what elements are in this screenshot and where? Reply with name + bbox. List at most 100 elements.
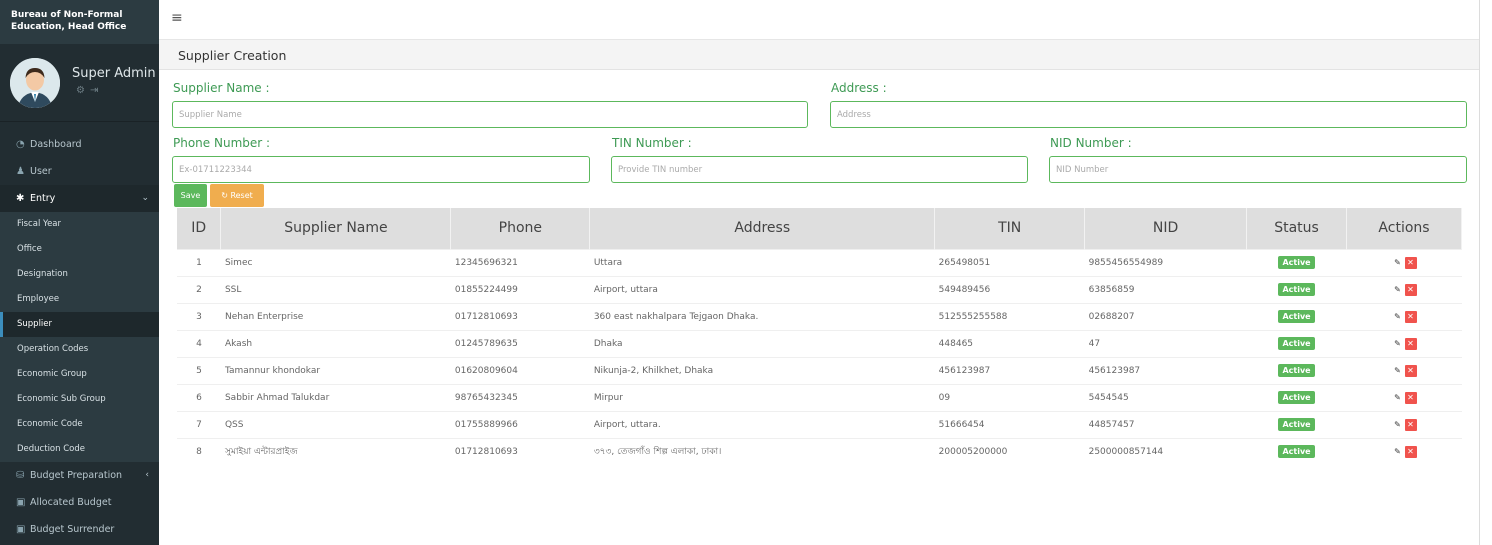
sidebar-item-supplier[interactable]: Supplier xyxy=(0,312,159,337)
sidebar-item-label: Supplier xyxy=(17,319,53,329)
sidebar-item-user[interactable]: ♟ User xyxy=(0,158,159,185)
sidebar-item-operation-codes[interactable]: Operation Codes xyxy=(0,337,159,362)
dashboard-icon: ◔ xyxy=(16,139,25,150)
edit-icon[interactable]: ✎ xyxy=(1392,446,1404,458)
status-badge: Active xyxy=(1278,391,1315,404)
column-header-supplier-name[interactable]: Supplier Name xyxy=(220,208,452,249)
status-badge: Active xyxy=(1278,418,1315,431)
cell-supplier-name: SSL xyxy=(220,275,451,303)
status-badge: Active xyxy=(1278,364,1315,377)
table-row: 7 QSS 01755889966 Airport, uttara. 51666… xyxy=(177,410,1462,438)
cell-phone: 98765432345 xyxy=(450,383,590,411)
sidebar-item-economic-sub-group[interactable]: Economic Sub Group xyxy=(0,387,159,412)
cell-nid: 5454545 xyxy=(1084,383,1247,411)
delete-icon[interactable]: ✕ xyxy=(1404,310,1417,323)
table-row: 4 Akash 01245789635 Dhaka 448465 47 Acti… xyxy=(177,329,1462,357)
sidebar-item-label: Deduction Code xyxy=(17,444,85,454)
column-header-tin[interactable]: TIN xyxy=(934,208,1086,249)
sidebar-item-designation[interactable]: Designation xyxy=(0,262,159,287)
status-badge: Active xyxy=(1278,283,1315,296)
phone-number-input[interactable]: Ex-01711223344 xyxy=(172,156,590,183)
sidebar-item-entry[interactable]: ✱ Entry ⌄ xyxy=(0,185,159,212)
address-input[interactable]: Address xyxy=(830,101,1467,128)
column-header-id[interactable]: ID xyxy=(177,208,222,249)
sidebar-item-dashboard[interactable]: ◔ Dashboard xyxy=(0,131,159,158)
sidebar-item-employee[interactable]: Employee xyxy=(0,287,159,312)
nid-number-label: NID Number : xyxy=(1050,136,1132,150)
cell-nid: 47 xyxy=(1084,329,1247,357)
cell-status: Active xyxy=(1246,383,1347,411)
cell-phone: 01712810693 xyxy=(450,437,590,465)
sidebar-item-economic-code[interactable]: Economic Code xyxy=(0,412,159,437)
column-header-status[interactable]: Status xyxy=(1246,208,1347,249)
brand-title[interactable]: Bureau of Non-Formal Education, Head Off… xyxy=(0,0,159,44)
user-name: Super Admin xyxy=(72,66,156,81)
sidebar-item-economic-group[interactable]: Economic Group xyxy=(0,362,159,387)
delete-icon[interactable]: ✕ xyxy=(1404,391,1417,404)
sidebar-item-label: Economic Group xyxy=(17,369,87,379)
edit-icon[interactable]: ✎ xyxy=(1392,392,1404,404)
hamburger-menu-icon[interactable]: ≡ xyxy=(171,10,183,26)
column-header-phone[interactable]: Phone xyxy=(450,208,591,249)
edit-icon[interactable]: ✎ xyxy=(1392,284,1404,296)
column-header-nid[interactable]: NID xyxy=(1084,208,1248,249)
sidebar-item-label: Fiscal Year xyxy=(17,219,62,229)
nid-number-input[interactable]: NID Number xyxy=(1049,156,1467,183)
sidebar-item-allocated-budget[interactable]: ▣ Allocated Budget xyxy=(0,489,159,516)
status-badge: Active xyxy=(1278,445,1315,459)
cell-actions: ✎ ✕ xyxy=(1346,356,1462,384)
sidebar-item-office[interactable]: Office xyxy=(0,237,159,262)
edit-icon[interactable]: ✎ xyxy=(1392,338,1404,350)
delete-icon[interactable]: ✕ xyxy=(1404,364,1417,377)
cell-actions: ✎ ✕ xyxy=(1346,248,1462,276)
edit-icon[interactable]: ✎ xyxy=(1392,365,1404,377)
sidebar-item-budget-surrender[interactable]: ▣ Budget Surrender xyxy=(0,516,159,543)
sidebar-item-budget-preparation[interactable]: ⛁ Budget Preparation ‹ xyxy=(0,462,159,489)
cell-status: Active xyxy=(1246,356,1347,384)
cell-tin: 265498051 xyxy=(934,248,1085,276)
cell-nid: 44857457 xyxy=(1084,410,1247,438)
delete-icon[interactable]: ✕ xyxy=(1404,445,1417,458)
delete-icon[interactable]: ✕ xyxy=(1404,283,1417,296)
save-button[interactable]: Save xyxy=(174,184,207,207)
table-row: 3 Nehan Enterprise 01712810693 360 east … xyxy=(177,302,1462,330)
table-row: 5 Tamannur khondokar 01620809604 Nikunja… xyxy=(177,356,1462,384)
cell-id: 2 xyxy=(177,275,221,303)
sidebar-item-deduction-code[interactable]: Deduction Code xyxy=(0,437,159,462)
sidebar-item-label: Economic Code xyxy=(17,419,83,429)
cell-status: Active xyxy=(1246,329,1347,357)
edit-icon[interactable]: ✎ xyxy=(1392,257,1404,269)
cell-address: Mirpur xyxy=(589,383,935,411)
reset-button[interactable]: ↻ Reset xyxy=(210,184,264,207)
column-header-actions[interactable]: Actions xyxy=(1346,208,1462,249)
cell-supplier-name: Akash xyxy=(220,329,451,357)
delete-icon[interactable]: ✕ xyxy=(1404,256,1417,269)
cell-id: 5 xyxy=(177,356,221,384)
supplier-name-input[interactable]: Supplier Name xyxy=(172,101,808,128)
cell-supplier-name: Nehan Enterprise xyxy=(220,302,451,330)
reset-button-label: Reset xyxy=(230,191,253,200)
refresh-icon: ↻ xyxy=(221,191,228,200)
address-label: Address : xyxy=(831,81,887,95)
sidebar-item-label: Office xyxy=(17,244,42,254)
sidebar-item-fiscal-year[interactable]: Fiscal Year xyxy=(0,212,159,237)
sidebar: Bureau of Non-Formal Education, Head Off… xyxy=(0,0,159,545)
gear-icon[interactable]: ⚙ xyxy=(76,85,90,96)
sign-out-icon[interactable]: ⇥ xyxy=(90,85,103,96)
cell-supplier-name: Sabbir Ahmad Talukdar xyxy=(220,383,451,411)
column-header-address[interactable]: Address xyxy=(589,208,936,249)
cell-id: 6 xyxy=(177,383,221,411)
supplier-name-label: Supplier Name : xyxy=(173,81,270,95)
cell-nid: 63856859 xyxy=(1084,275,1247,303)
page-title: Supplier Creation xyxy=(159,40,1479,70)
delete-icon[interactable]: ✕ xyxy=(1404,337,1417,350)
tin-number-input[interactable]: Provide TIN number xyxy=(611,156,1028,183)
delete-icon[interactable]: ✕ xyxy=(1404,418,1417,431)
sidebar-item-label: Designation xyxy=(17,269,68,279)
edit-icon[interactable]: ✎ xyxy=(1392,311,1404,323)
cell-supplier-name: QSS xyxy=(220,410,451,438)
cell-status: Active xyxy=(1246,248,1347,276)
cell-id: 3 xyxy=(177,302,221,330)
edit-icon[interactable]: ✎ xyxy=(1392,419,1404,431)
scrollbar[interactable] xyxy=(1479,0,1492,545)
